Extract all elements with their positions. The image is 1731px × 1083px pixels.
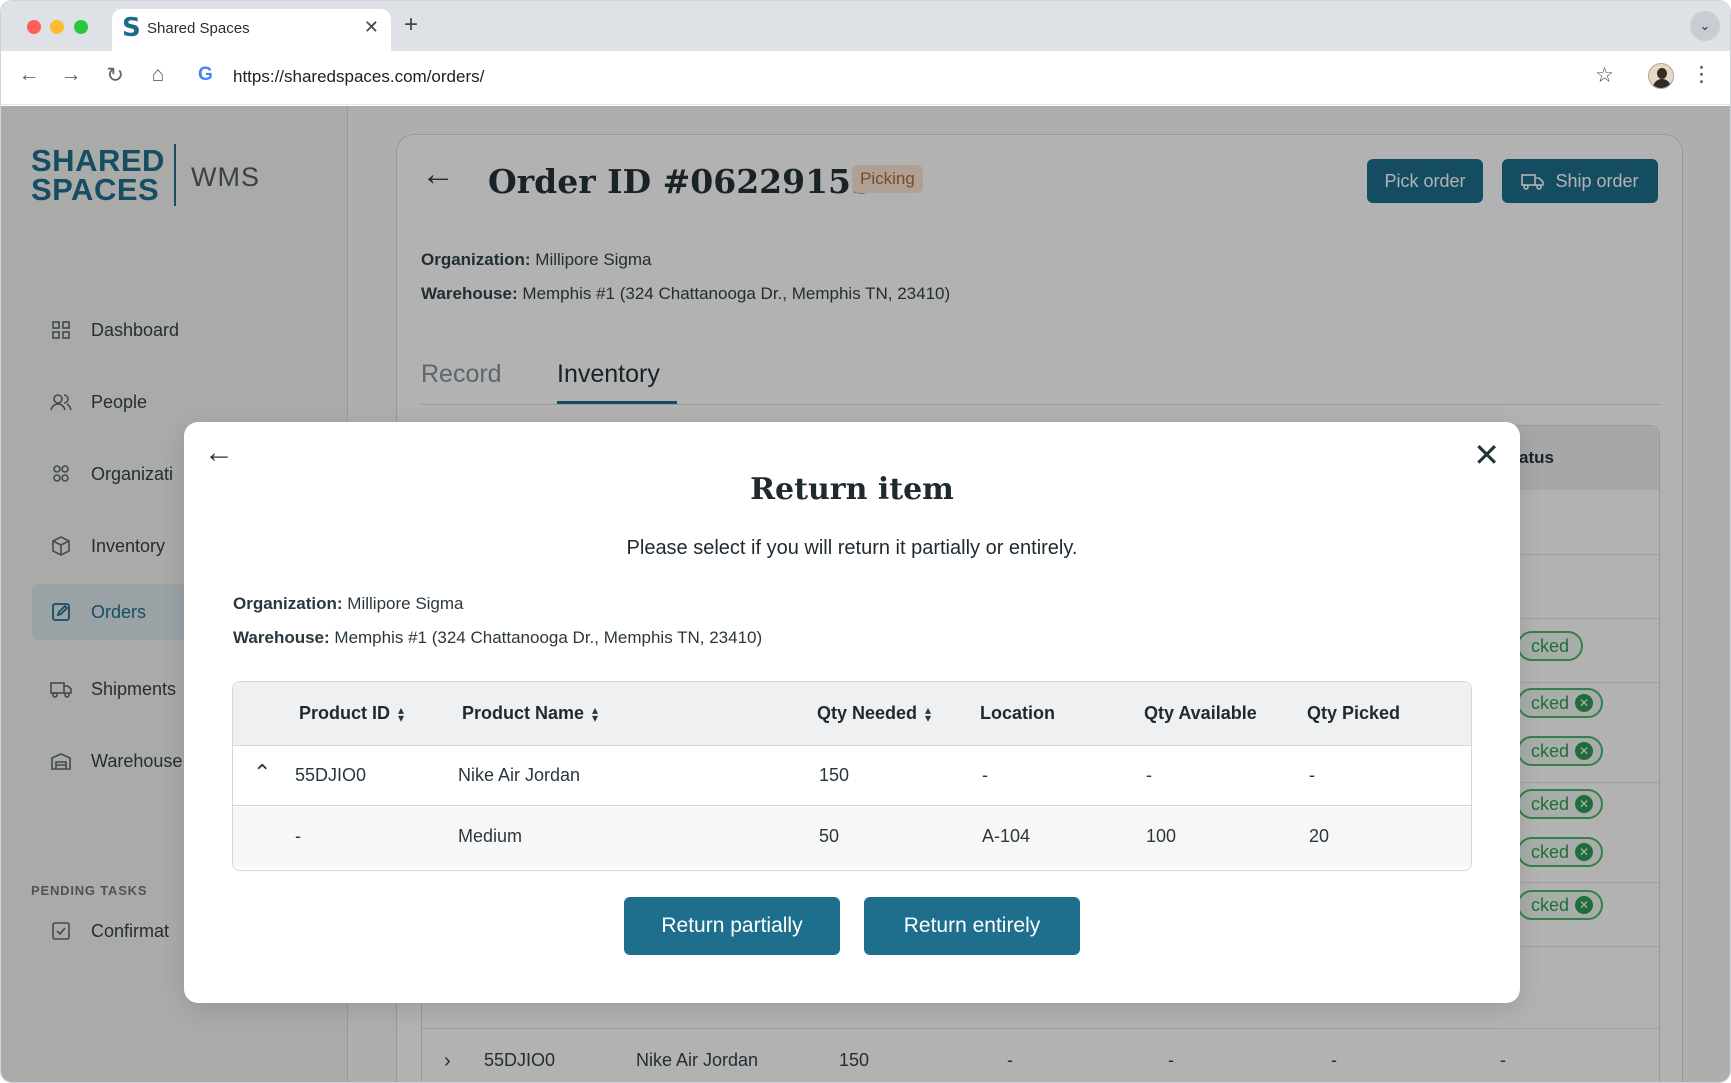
bookmark-star-icon[interactable]: ☆ — [1595, 63, 1614, 88]
cell-product-id: - — [295, 826, 301, 846]
close-window-button[interactable] — [27, 20, 41, 34]
column-header-product-id[interactable]: Product ID ▴ ▾ — [299, 703, 404, 724]
return-items-table: Product ID ▴ ▾ Product Name ▴ ▾ Qty Needed ▴ ▾… — [232, 681, 1472, 871]
forward-nav-icon[interactable]: → — [57, 63, 85, 87]
cell-qty-available: - — [1146, 765, 1152, 785]
browser-menu-icon[interactable]: ⋮ — [1691, 62, 1712, 87]
column-header-label: Product ID — [299, 703, 391, 723]
cell-qty-picked: - — [1309, 765, 1315, 785]
column-header-qty-available: Qty Available — [1144, 703, 1257, 723]
minimize-window-button[interactable] — [50, 20, 64, 34]
browser-tab[interactable]: S Shared Spaces ✕ — [112, 9, 391, 51]
modal-organization: Organization: Millipore Sigma — [233, 594, 464, 614]
browser-window: S Shared Spaces ✕ + ⌄ ← → ↻ ⌂ G https://… — [0, 0, 1731, 1083]
tab-search-chevron-icon[interactable]: ⌄ — [1690, 11, 1720, 41]
close-tab-icon[interactable]: ✕ — [364, 17, 379, 38]
browser-tab-title: Shared Spaces — [147, 20, 250, 37]
sort-icon[interactable]: ▴ ▾ — [592, 704, 598, 724]
cell-location: - — [982, 765, 988, 785]
browser-toolbar: ← → ↻ ⌂ G https://sharedspaces.com/order… — [1, 51, 1730, 105]
modal-title: Return item — [750, 472, 954, 507]
column-header-product-name[interactable]: Product Name ▴ ▾ — [462, 703, 598, 724]
return-item-modal: ← ✕ Return item Please select if you wil… — [184, 422, 1520, 1003]
warehouse-value: Memphis #1 (324 Chattanooga Dr., Memphis… — [334, 628, 763, 647]
reload-icon[interactable]: ↻ — [101, 63, 129, 88]
organization-value: Millipore Sigma — [347, 594, 464, 613]
return-entirely-button[interactable]: Return entirely — [864, 897, 1080, 955]
home-icon[interactable]: ⌂ — [144, 63, 172, 87]
cell-qty-needed: 150 — [819, 765, 850, 785]
organization-label: Organization: — [233, 594, 343, 613]
table-header: Product ID ▴ ▾ Product Name ▴ ▾ Qty Needed ▴ ▾… — [233, 682, 1471, 746]
column-header-qty-picked: Qty Picked — [1307, 703, 1401, 723]
cell-location: A-104 — [982, 826, 1031, 846]
modal-warehouse: Warehouse: Memphis #1 (324 Chattanooga D… — [233, 628, 762, 648]
column-header-location: Location — [980, 703, 1055, 723]
shared-spaces-favicon-icon: S — [122, 13, 141, 43]
cell-qty-available: 100 — [1146, 826, 1177, 846]
modal-subtitle: Please select if you will return it part… — [626, 537, 1078, 559]
new-tab-button[interactable]: + — [404, 11, 418, 39]
sort-icon[interactable]: ▴ ▾ — [398, 704, 404, 724]
maximize-window-button[interactable] — [74, 20, 88, 34]
back-arrow-icon[interactable]: ← — [204, 436, 234, 470]
sort-icon[interactable]: ▴ ▾ — [925, 704, 931, 724]
browser-tab-bar: S Shared Spaces ✕ + ⌄ — [1, 1, 1730, 51]
cell-product-name: Medium — [458, 826, 523, 846]
back-nav-icon[interactable]: ← — [15, 63, 43, 87]
cell-qty-picked: 20 — [1309, 826, 1330, 846]
address-bar[interactable]: https://sharedspaces.com/orders/ — [233, 67, 484, 87]
close-icon[interactable]: ✕ — [1473, 436, 1500, 474]
column-header-label: Product Name — [462, 703, 585, 723]
column-header-label: Qty Needed — [817, 703, 918, 723]
table-row[interactable]: ⌃ 55DJIO0 Nike Air Jordan 150 - - - — [233, 746, 1471, 806]
profile-avatar[interactable] — [1648, 63, 1674, 89]
column-header-qty-needed[interactable]: Qty Needed ▴ ▾ — [817, 703, 931, 724]
cell-product-name: Nike Air Jordan — [458, 765, 581, 785]
chevron-up-icon[interactable]: ⌃ — [253, 760, 271, 786]
cell-qty-needed: 50 — [819, 826, 840, 846]
google-icon: G — [198, 64, 213, 85]
cell-product-id: 55DJIO0 — [295, 765, 367, 785]
warehouse-label: Warehouse: — [233, 628, 330, 647]
table-row[interactable]: - Medium 50 A-104 100 20 — [233, 807, 1471, 867]
return-partially-button[interactable]: Return partially — [624, 897, 840, 955]
